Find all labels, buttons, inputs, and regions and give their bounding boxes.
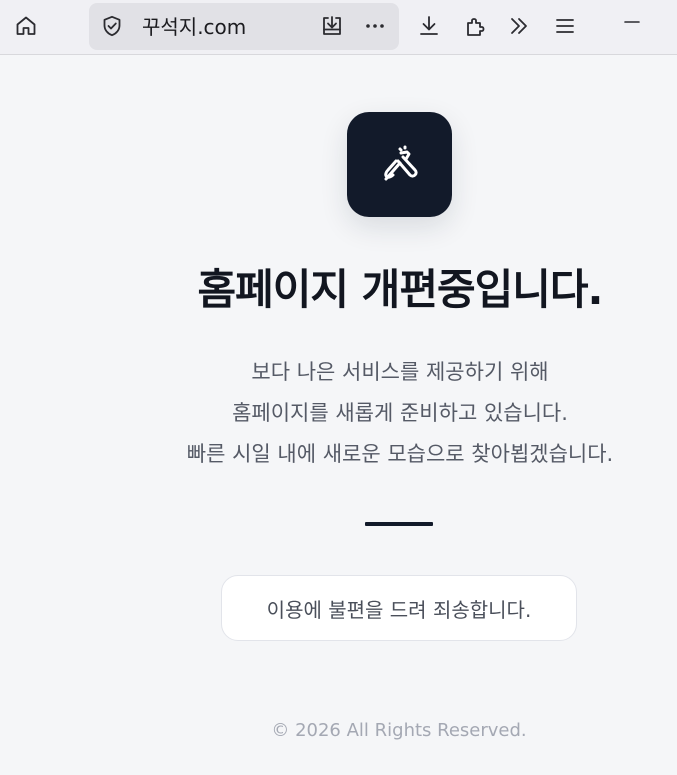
apology-text: 이용에 불편을 드려 죄송합니다. [266, 597, 532, 622]
maintenance-logo [347, 112, 452, 217]
home-icon[interactable] [10, 10, 42, 42]
address-bar[interactable]: 꾸석지.com [89, 3, 399, 50]
extensions-icon[interactable] [459, 10, 491, 42]
browser-toolbar: 꾸석지.com [0, 0, 677, 55]
chevron-double-right-icon[interactable] [503, 10, 535, 42]
tools-icon [376, 141, 424, 189]
hamburger-menu-icon[interactable] [549, 10, 581, 42]
more-dots-icon[interactable] [359, 10, 391, 42]
footer-copyright: © 2026 All Rights Reserved. [271, 720, 527, 741]
description: 보다 나은 서비스를 제공하기 위해 홈페이지를 새롭게 준비하고 있습니다. … [130, 352, 670, 475]
page-title: 홈페이지 개편중입니다. [197, 265, 604, 314]
page-content: 홈페이지 개편중입니다. 보다 나은 서비스를 제공하기 위해 홈페이지를 새롭… [0, 56, 677, 775]
description-line: 빠른 시일 내에 새로운 모습으로 찾아뵙겠습니다. [186, 442, 614, 466]
minimize-icon[interactable] [616, 6, 648, 38]
apology-notice: 이용에 불편을 드려 죄송합니다. [221, 575, 577, 641]
save-page-icon[interactable] [316, 10, 348, 42]
description-line: 보다 나은 서비스를 제공하기 위해 [251, 360, 549, 384]
shield-check-icon[interactable] [96, 10, 128, 42]
divider [365, 522, 433, 526]
description-line: 홈페이지를 새롭게 준비하고 있습니다. [232, 401, 568, 425]
downloads-icon[interactable] [413, 10, 445, 42]
url-text[interactable]: 꾸석지.com [142, 15, 246, 39]
